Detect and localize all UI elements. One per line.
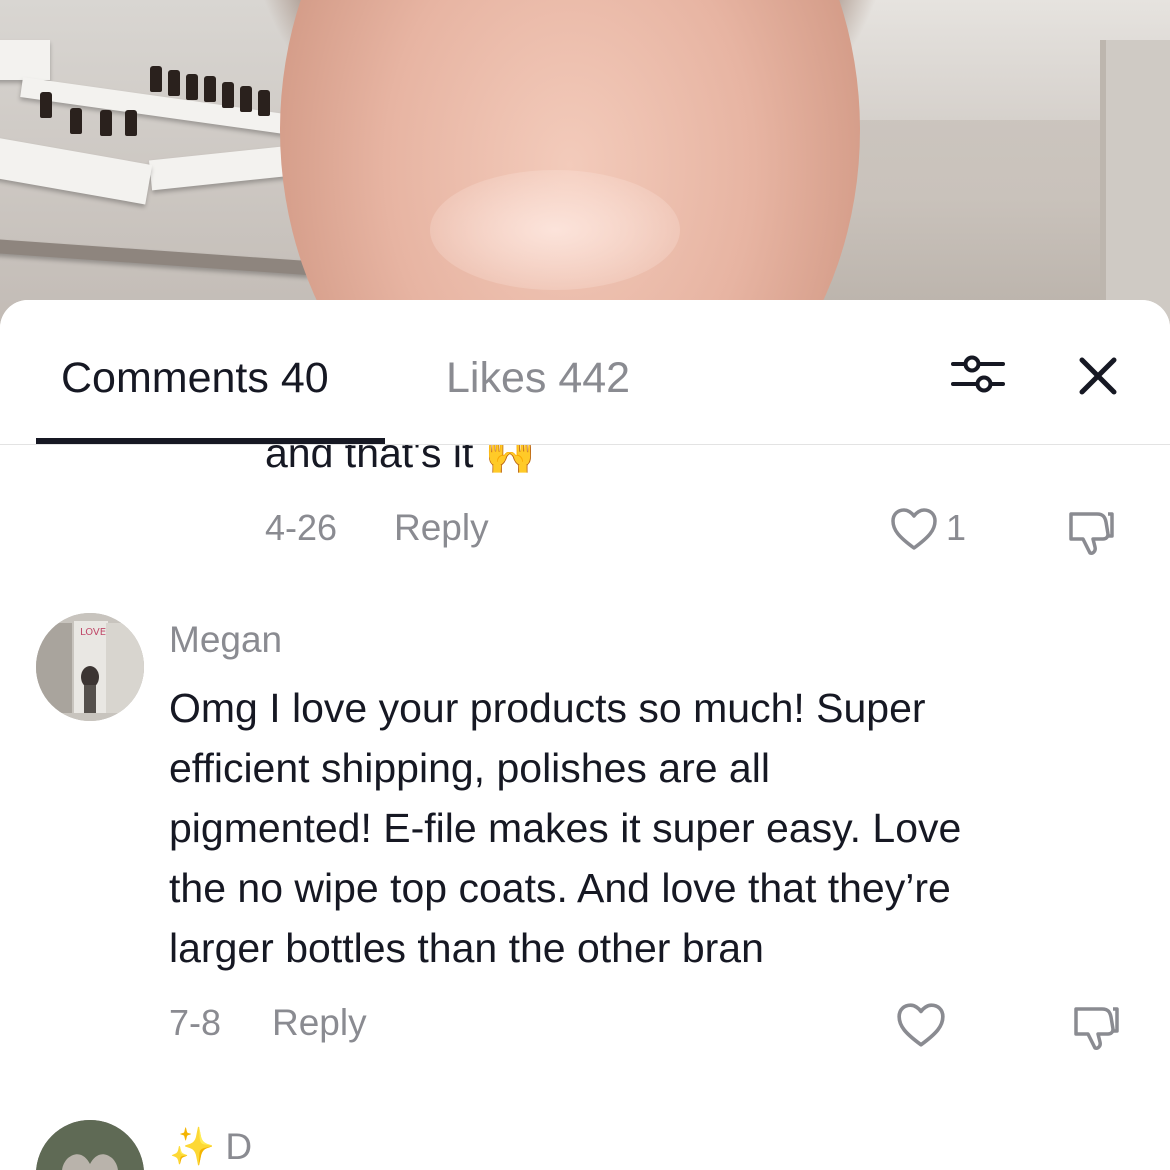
doorframe	[1100, 40, 1170, 330]
tab-likes[interactable]: Likes 442	[446, 352, 630, 404]
bottle	[204, 76, 216, 102]
avatar[interactable]	[36, 1120, 144, 1170]
heart-icon[interactable]	[889, 506, 939, 552]
video-background	[0, 0, 1170, 330]
avatar-image: LOVE	[36, 613, 144, 721]
sheet-header: Comments 40 Likes 442	[0, 300, 1170, 445]
like-count: 1	[946, 507, 967, 548]
filter-icon[interactable]	[950, 350, 1006, 398]
thumbs-down-icon[interactable]	[1070, 1001, 1122, 1051]
comment-line: larger bottles than the other bran	[169, 925, 764, 971]
comment-line: efficient shipping, polishes are all	[169, 745, 770, 791]
forehead-highlight	[430, 170, 680, 290]
comment-line: pigmented! E-file makes it super easy. L…	[169, 805, 962, 851]
comments-sheet: and that's it 🙌 4-26 Reply 1 LOVE Megan	[0, 300, 1170, 1170]
avatar[interactable]: LOVE	[36, 613, 144, 721]
comment-line: the no wipe top coats. And love that the…	[169, 865, 951, 911]
comment-author[interactable]: Megan	[169, 618, 282, 662]
comment-date: 4-26	[265, 507, 338, 548]
bottle	[100, 110, 112, 136]
reply-button[interactable]: Reply	[272, 1001, 367, 1045]
bottle	[222, 82, 234, 108]
bottle	[186, 74, 198, 100]
bottle	[150, 66, 162, 92]
close-icon[interactable]	[1072, 350, 1124, 402]
active-tab-indicator	[36, 438, 385, 444]
shelf-edge	[0, 238, 311, 276]
bottle	[125, 110, 137, 136]
comment-date: 7-8	[169, 1002, 222, 1043]
bottle	[70, 108, 82, 134]
tab-comments[interactable]: Comments 40	[61, 352, 329, 404]
comment-author[interactable]: ✨ D	[169, 1125, 252, 1169]
bottle	[168, 70, 180, 96]
avatar-sign-text: LOVE	[80, 627, 106, 638]
bottle	[258, 90, 270, 116]
shelf	[0, 40, 50, 80]
shelf	[0, 135, 153, 205]
heart-icon[interactable]	[895, 1001, 947, 1049]
comment-line: Omg I love your products so much! Super	[169, 685, 926, 731]
thumbs-down-icon[interactable]	[1065, 506, 1117, 556]
avatar-image	[36, 1120, 144, 1170]
comment-body: Omg I love your products so much! Super …	[169, 678, 1129, 978]
bottle	[40, 92, 52, 118]
reply-button[interactable]: Reply	[394, 506, 489, 550]
bottle	[240, 86, 252, 112]
